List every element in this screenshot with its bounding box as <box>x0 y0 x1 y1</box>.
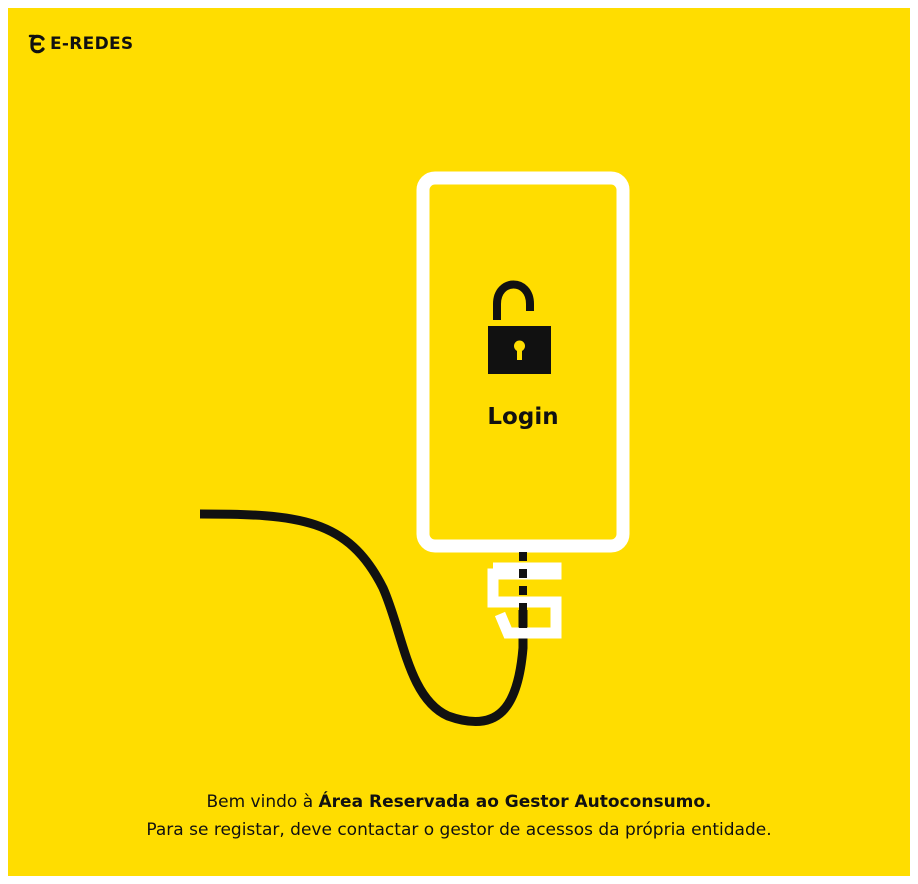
welcome-line: Bem vindo à Área Reservada ao Gestor Aut… <box>8 788 910 816</box>
welcome-prefix: Bem vindo à <box>206 792 319 812</box>
welcome-message: Bem vindo à Área Reservada ao Gestor Aut… <box>8 788 910 844</box>
register-notice: Para se registar, deve contactar o gesto… <box>146 820 772 840</box>
page-background: E-REDES Login Bem vindo à Área Reservada… <box>8 8 910 876</box>
login-link[interactable] <box>439 192 607 532</box>
login-label[interactable]: Login <box>439 404 607 430</box>
welcome-highlight: Área Reservada ao Gestor Autoconsumo. <box>318 792 712 812</box>
